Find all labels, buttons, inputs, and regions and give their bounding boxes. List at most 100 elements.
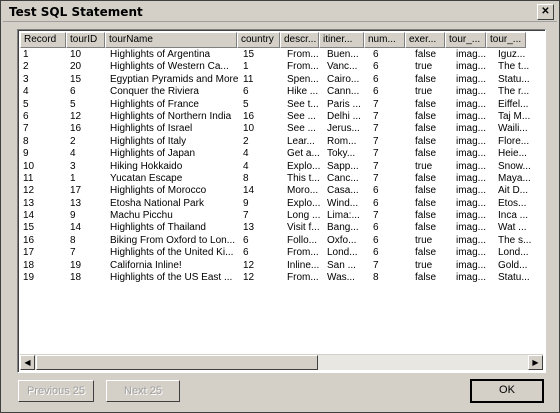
column-header[interactable]: tourID — [66, 32, 105, 48]
table-row[interactable]: 6 12 Highlights of Northern India 16 See ...… — [20, 111, 536, 123]
table-cell: 10 — [243, 123, 255, 135]
ok-button[interactable]: OK — [470, 379, 544, 403]
table-cell: See ... — [287, 110, 316, 122]
table-cell: Jerus... — [327, 123, 360, 135]
table-cell: 17 — [70, 185, 82, 197]
table-row[interactable]: 17 7 Highlights of the United Ki... 6 From..… — [20, 247, 536, 259]
table-cell: 8 — [70, 234, 76, 246]
table-cell: Highlights of Western Ca... — [110, 61, 229, 73]
column-header[interactable]: Record — [20, 32, 66, 48]
close-button[interactable]: ✕ — [537, 4, 554, 20]
table-cell: 7 — [373, 123, 379, 135]
table-cell: Maya... — [498, 172, 531, 184]
table-cell: 7 — [373, 135, 379, 147]
table-cell: The s... — [498, 234, 532, 246]
table-cell: 7 — [243, 210, 249, 222]
table-row[interactable]: 12 17 Highlights of Morocco 14 Moro... Casa..… — [20, 185, 536, 197]
table-cell: Sapp... — [327, 160, 359, 172]
table-row[interactable]: 3 15 Egyptian Pyramids and More 11 Spen... Ca… — [20, 74, 536, 86]
table-row[interactable]: 19 18 Highlights of the US East ... 12 From.… — [20, 272, 536, 284]
table-cell: false — [415, 148, 437, 160]
table-row[interactable]: 16 8 Biking From Oxford to Lon... 6 Follo...… — [20, 235, 536, 247]
column-header[interactable]: exer... — [405, 32, 445, 48]
column-header[interactable]: itiner... — [319, 32, 364, 48]
table-cell: 7 — [373, 98, 379, 110]
previous-25-button[interactable]: Previous 25 — [18, 380, 94, 402]
table-cell: Hiking Hokkaido — [110, 160, 183, 172]
table-cell: Explo... — [287, 197, 321, 209]
table-row[interactable]: 11 1 Yucatan Escape 8 This t... Canc... 7 false… — [20, 173, 536, 185]
table-cell: Bang... — [327, 222, 359, 234]
table-cell: false — [415, 110, 437, 122]
table-cell: 13 — [243, 222, 255, 234]
table-cell: false — [415, 98, 437, 110]
column-header[interactable]: country — [237, 32, 280, 48]
scroll-right-icon: ▶ — [532, 358, 539, 367]
title-bar: Test SQL Statement ✕ — [3, 3, 557, 22]
table-cell: Snow... — [498, 160, 531, 172]
table-cell: The r... — [498, 86, 530, 98]
horizontal-scrollbar[interactable]: ◀ ▶ — [20, 354, 543, 370]
table-row[interactable]: 10 3 Hiking Hokkaido 4 Explo... Sapp... 7 true i… — [20, 161, 536, 173]
table-cell: imag... — [456, 98, 487, 110]
table-row[interactable]: 1 10 Highlights of Argentina 15 From... Buen.… — [20, 49, 536, 61]
table-row[interactable]: 4 6 Conquer the Riviera 6 Hike ... Cann... 6 tr… — [20, 86, 536, 98]
table-cell: 6 — [70, 86, 76, 98]
table-cell: Delhi ... — [327, 110, 361, 122]
column-header[interactable]: tourName — [105, 32, 237, 48]
table-cell: 15 — [23, 222, 35, 234]
table-cell: 4 — [243, 148, 249, 160]
table-cell: Highlights of Italy — [110, 135, 187, 147]
column-header[interactable]: tour_... — [486, 32, 526, 48]
table-cell: 6 — [373, 49, 379, 60]
table-cell: 4 — [23, 86, 29, 98]
column-header[interactable]: num... — [364, 32, 405, 48]
table-cell: From... — [287, 49, 319, 60]
scroll-left-button[interactable]: ◀ — [20, 355, 35, 370]
table-cell: 7 — [373, 210, 379, 222]
column-header[interactable]: tour_... — [445, 32, 486, 48]
table-cell: 8 — [243, 172, 249, 184]
table-row[interactable]: 15 14 Highlights of Thailand 13 Visit f... Ba… — [20, 222, 536, 234]
table-cell: imag... — [456, 222, 487, 234]
table-cell: Statu... — [498, 73, 530, 85]
grid-header: Record tourID tourName country descr... itine… — [20, 32, 526, 48]
table-row[interactable]: 13 13 Etosha National Park 9 Explo... Wind...… — [20, 198, 536, 210]
scroll-thumb[interactable] — [36, 355, 318, 370]
next-25-button[interactable]: Next 25 — [106, 380, 180, 402]
table-cell: false — [415, 49, 437, 60]
table-cell: Get a... — [287, 148, 320, 160]
table-cell: 1 — [243, 61, 249, 73]
table-cell: Highlights of Japan — [110, 148, 196, 160]
table-cell: false — [415, 272, 437, 284]
table-cell: See ... — [287, 123, 316, 135]
scroll-right-button[interactable]: ▶ — [528, 355, 543, 370]
table-cell: 4 — [70, 148, 76, 160]
table-cell: Eiffel... — [498, 98, 529, 110]
table-row[interactable]: 8 2 Highlights of Italy 2 Lear... Rom... 7 fals… — [20, 136, 536, 148]
table-row[interactable]: 18 19 California Inline! 12 Inline... San ...… — [20, 260, 536, 272]
table-row[interactable]: 5 5 Highlights of France 5 See t... Paris ...… — [20, 99, 536, 111]
table-row[interactable]: 9 4 Highlights of Japan 4 Get a... Toky... 7 fa… — [20, 148, 536, 160]
table-cell: Moro... — [287, 185, 319, 197]
table-row[interactable]: 14 9 Machu Picchu 7 Long ... Lima:... 7 false im… — [20, 210, 536, 222]
table-cell: 20 — [70, 61, 82, 73]
results-grid[interactable]: Record tourID tourName country descr... itine… — [17, 29, 546, 373]
table-cell: true — [415, 259, 433, 271]
table-cell: false — [415, 73, 437, 85]
table-cell: 18 — [70, 272, 82, 284]
table-cell: Machu Picchu — [110, 210, 173, 222]
table-row[interactable]: 2 20 Highlights of Western Ca... 1 From... Va… — [20, 61, 536, 73]
table-cell: Long ... — [287, 210, 321, 222]
table-cell: From... — [287, 272, 319, 284]
table-cell: true — [415, 61, 433, 73]
table-cell: 13 — [23, 197, 35, 209]
table-cell: 6 — [373, 73, 379, 85]
table-cell: Wind... — [327, 197, 359, 209]
table-cell: 10 — [70, 49, 82, 60]
table-row[interactable]: 7 16 Highlights of Israel 10 See ... Jerus...… — [20, 123, 536, 135]
scroll-left-icon: ◀ — [24, 358, 31, 367]
table-cell: 16 — [243, 110, 255, 122]
column-header[interactable]: descr... — [280, 32, 319, 48]
table-cell: false — [415, 197, 437, 209]
